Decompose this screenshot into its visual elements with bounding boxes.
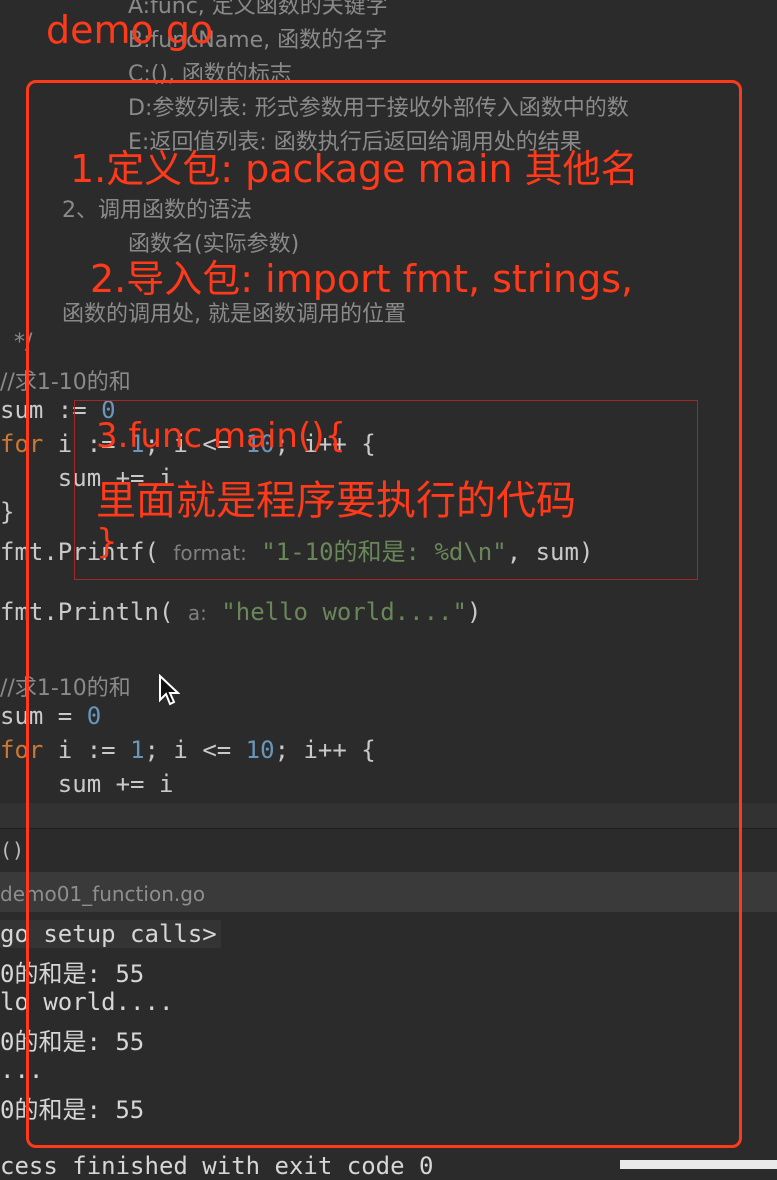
annotation-frame: [26, 80, 742, 1148]
annotation-title: demo go: [46, 8, 214, 52]
breadcrumb-func[interactable]: (): [0, 838, 24, 862]
annotation-define-package: 1.定义包: package main 其他名: [70, 147, 639, 191]
annotation-func-main: 3.func main(){: [96, 416, 347, 456]
mouse-pointer-icon: [159, 674, 180, 706]
scrollbar-thumb[interactable]: [620, 1160, 777, 1169]
annotation-import-package: 2.导入包: import fmt, strings,: [90, 257, 634, 301]
annotation-main-body: 里面就是程序要执行的代码: [96, 478, 576, 524]
annotation-close-brace: }: [96, 522, 118, 562]
code-line-close-brace[interactable]: }: [0, 498, 14, 526]
output-exit-status: cess finished with exit code 0: [0, 1152, 434, 1180]
